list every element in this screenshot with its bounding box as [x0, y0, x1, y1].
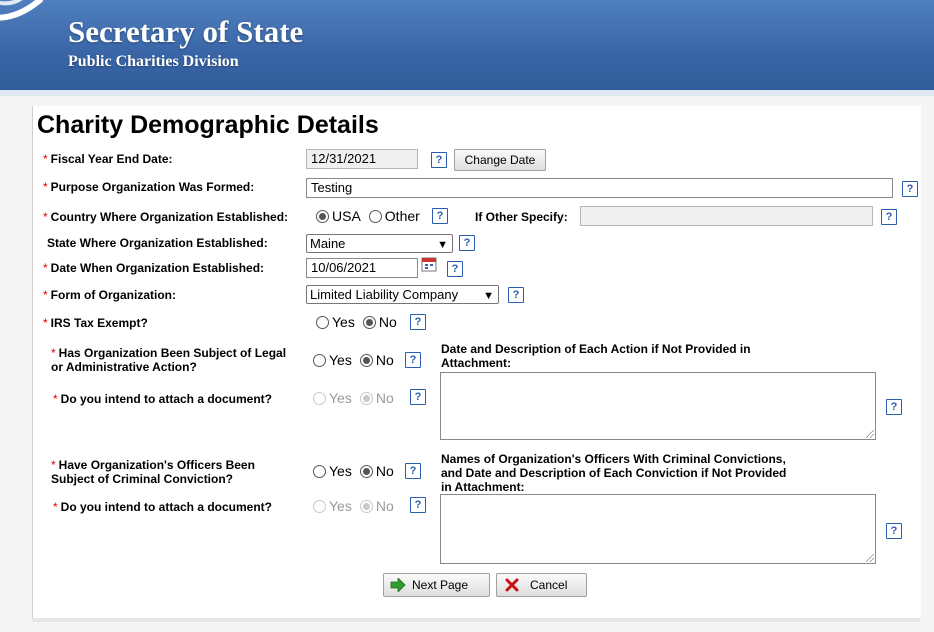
- required-marker: *: [51, 458, 56, 472]
- radio-button[interactable]: [359, 391, 373, 405]
- chevron-down-icon: ▼: [483, 290, 494, 302]
- help-icon[interactable]: ?: [886, 523, 902, 539]
- help-icon[interactable]: ?: [881, 209, 897, 225]
- criminal-yes-option[interactable]: Yes: [313, 463, 352, 479]
- radio-button[interactable]: [316, 209, 329, 223]
- legal-description-label: Date and Description of Each Action if N…: [441, 342, 751, 370]
- required-marker: *: [43, 316, 48, 330]
- date-established-input[interactable]: 10/06/2021: [306, 258, 418, 278]
- help-icon[interactable]: ?: [459, 235, 475, 251]
- radio-button[interactable]: [313, 499, 326, 513]
- country-label: * Country Where Organization Established:: [43, 210, 289, 224]
- help-icon[interactable]: ?: [405, 352, 421, 368]
- attach1-no-option[interactable]: No: [359, 390, 394, 406]
- required-marker: *: [43, 180, 48, 194]
- help-icon[interactable]: ?: [447, 261, 463, 277]
- purpose-input[interactable]: Testing: [306, 178, 893, 198]
- irs-exempt-label: * IRS Tax Exempt?: [43, 316, 148, 330]
- legal-yes-option[interactable]: Yes: [313, 352, 352, 368]
- attach2-no-option[interactable]: No: [359, 498, 394, 514]
- radio-button[interactable]: [313, 464, 326, 478]
- required-marker: *: [43, 288, 48, 302]
- radio-button[interactable]: [316, 315, 329, 329]
- required-marker: *: [51, 346, 56, 360]
- country-radio-group: USA Other: [316, 208, 428, 224]
- state-label: State Where Organization Established:: [47, 236, 268, 250]
- form-of-org-select[interactable]: Limited Liability Company ▼: [306, 285, 499, 304]
- irs-yes-option[interactable]: Yes: [316, 314, 355, 330]
- legal-no-option[interactable]: No: [359, 352, 394, 368]
- required-marker: *: [53, 500, 58, 514]
- other-specify-label: If Other Specify:: [475, 210, 568, 224]
- site-subtitle: Public Charities Division: [68, 53, 239, 70]
- form-panel: Charity Demographic Details * Fiscal Year…: [32, 106, 921, 618]
- criminal-radio-group: Yes No: [313, 463, 402, 479]
- required-marker: *: [53, 392, 58, 406]
- criminal-description-label: Names of Organization's Officers With Cr…: [441, 452, 787, 494]
- palmetto-logo-icon: [0, 0, 43, 21]
- irs-exempt-radio-group: Yes No: [316, 314, 405, 330]
- next-page-button[interactable]: Next Page: [383, 573, 490, 597]
- radio-button[interactable]: [359, 353, 373, 367]
- legal-action-radio-group: Yes No: [313, 352, 402, 368]
- calendar-icon[interactable]: [421, 256, 437, 272]
- next-arrow-icon: [390, 578, 406, 592]
- attach1-yes-option[interactable]: Yes: [313, 390, 352, 406]
- fiscal-year-input[interactable]: 12/31/2021: [306, 149, 418, 169]
- page-title: Charity Demographic Details: [37, 111, 379, 139]
- help-icon[interactable]: ?: [410, 389, 426, 405]
- attach2-yes-option[interactable]: Yes: [313, 498, 352, 514]
- criminal-no-option[interactable]: No: [359, 463, 394, 479]
- help-icon[interactable]: ?: [432, 208, 448, 224]
- radio-button[interactable]: [359, 499, 373, 513]
- radio-button[interactable]: [359, 464, 373, 478]
- state-select[interactable]: Maine ▼: [306, 234, 453, 253]
- purpose-label: * Purpose Organization Was Formed:: [43, 180, 255, 194]
- chevron-down-icon: ▼: [437, 239, 448, 251]
- site-banner: Secretary of State Public Charities Divi…: [0, 0, 934, 96]
- help-icon[interactable]: ?: [405, 463, 421, 479]
- panel-shadow: [32, 618, 920, 622]
- other-country-input[interactable]: [580, 206, 873, 226]
- attach-doc-1-label: * Do you intend to attach a document?: [53, 392, 273, 406]
- fiscal-year-label: * Fiscal Year End Date:: [43, 152, 173, 166]
- radio-button[interactable]: [362, 315, 376, 329]
- legal-description-textarea[interactable]: [440, 372, 876, 440]
- help-icon[interactable]: ?: [431, 152, 447, 168]
- form-of-org-label: * Form of Organization:: [43, 288, 176, 302]
- help-icon[interactable]: ?: [410, 314, 426, 330]
- help-icon[interactable]: ?: [508, 287, 524, 303]
- cancel-x-icon: [505, 578, 519, 592]
- country-other-option[interactable]: Other: [368, 208, 420, 224]
- help-icon[interactable]: ?: [410, 497, 426, 513]
- criminal-label: * Have Organization's Officers Been Subjec…: [51, 458, 255, 486]
- required-marker: *: [43, 210, 48, 224]
- cancel-button[interactable]: Cancel: [496, 573, 587, 597]
- change-date-button[interactable]: Change Date: [454, 149, 546, 171]
- attach-doc-2-radio-group: Yes No: [313, 498, 402, 514]
- site-title: Secretary of State: [68, 14, 304, 49]
- required-marker: *: [43, 261, 48, 275]
- help-icon[interactable]: ?: [886, 399, 902, 415]
- radio-button[interactable]: [368, 209, 382, 223]
- radio-button[interactable]: [313, 353, 326, 367]
- help-icon[interactable]: ?: [902, 181, 918, 197]
- legal-action-label: * Has Organization Been Subject of Legal o…: [51, 346, 287, 374]
- radio-button[interactable]: [313, 391, 326, 405]
- irs-no-option[interactable]: No: [362, 314, 397, 330]
- date-established-label: * Date When Organization Established:: [43, 261, 265, 275]
- attach-doc-1-radio-group: Yes No: [313, 390, 402, 406]
- criminal-description-textarea[interactable]: [440, 494, 876, 564]
- country-usa-option[interactable]: USA: [316, 208, 361, 224]
- attach-doc-2-label: * Do you intend to attach a document?: [53, 500, 273, 514]
- required-marker: *: [43, 152, 48, 166]
